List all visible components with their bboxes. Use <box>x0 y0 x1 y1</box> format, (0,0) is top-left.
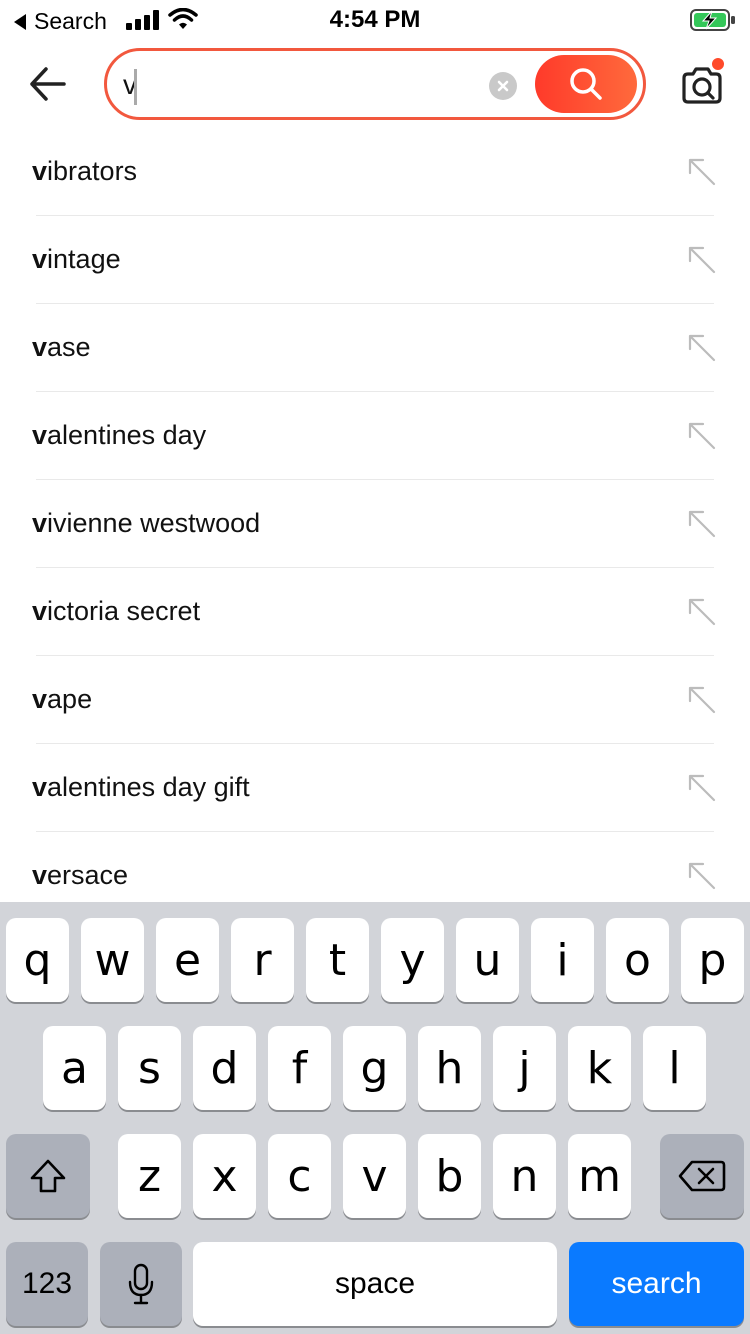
key-q[interactable]: q <box>6 918 69 1002</box>
suggestion-list: vibrators vintage vase valentines day vi… <box>0 128 750 920</box>
key-t[interactable]: t <box>306 918 369 1002</box>
key-k[interactable]: k <box>568 1026 631 1110</box>
onscreen-keyboard: q w e r t y u i o p a s d f g h j k l z … <box>0 902 750 1334</box>
key-l[interactable]: l <box>643 1026 706 1110</box>
backspace-icon <box>678 1160 726 1192</box>
fill-query-arrow-icon[interactable] <box>686 772 718 804</box>
text-caret <box>134 69 137 105</box>
status-bar: Search 4:54 PM <box>0 0 750 40</box>
suggestion-item[interactable]: vintage <box>0 216 750 304</box>
fill-query-arrow-icon[interactable] <box>686 156 718 188</box>
suggestion-match: v <box>32 684 48 714</box>
suggestion-match: v <box>32 772 48 802</box>
suggestion-match: v <box>32 596 48 626</box>
suggestion-match: v <box>32 860 48 890</box>
fill-query-arrow-icon[interactable] <box>686 860 718 892</box>
fill-query-arrow-icon[interactable] <box>686 244 718 276</box>
search-header <box>0 40 750 128</box>
suggestion-item[interactable]: vibrators <box>0 128 750 216</box>
suggestion-rest: ivienne westwood <box>47 508 261 538</box>
search-box <box>104 48 646 120</box>
shift-key[interactable] <box>6 1134 90 1218</box>
key-u[interactable]: u <box>456 918 519 1002</box>
key-p[interactable]: p <box>681 918 744 1002</box>
suggestion-rest: intage <box>47 244 121 274</box>
close-icon <box>497 80 509 92</box>
key-b[interactable]: b <box>418 1134 481 1218</box>
search-icon <box>570 68 602 100</box>
suggestion-rest: ersace <box>47 860 129 890</box>
status-time: 4:54 PM <box>329 6 421 33</box>
search-input[interactable] <box>123 63 483 107</box>
key-w[interactable]: w <box>81 918 144 1002</box>
key-o[interactable]: o <box>606 918 669 1002</box>
suggestion-item[interactable]: vape <box>0 656 750 744</box>
key-c[interactable]: c <box>268 1134 331 1218</box>
suggestion-match: v <box>32 332 48 362</box>
key-j[interactable]: j <box>493 1026 556 1110</box>
key-f[interactable]: f <box>268 1026 331 1110</box>
key-d[interactable]: d <box>193 1026 256 1110</box>
suggestion-match: v <box>32 420 48 450</box>
fill-query-arrow-icon[interactable] <box>686 420 718 452</box>
backspace-key[interactable] <box>660 1134 744 1218</box>
microphone-icon <box>128 1263 154 1305</box>
back-arrow-icon[interactable] <box>24 60 72 108</box>
key-a[interactable]: a <box>43 1026 106 1110</box>
suggestion-match: v <box>32 508 48 538</box>
key-s[interactable]: s <box>118 1026 181 1110</box>
suggestion-rest: ictoria secret <box>47 596 201 626</box>
suggestion-rest: ase <box>47 332 91 362</box>
suggestion-rest: ibrators <box>47 156 138 186</box>
fill-query-arrow-icon[interactable] <box>686 684 718 716</box>
suggestion-match: v <box>32 244 48 274</box>
search-button[interactable] <box>535 55 637 113</box>
fill-query-arrow-icon[interactable] <box>686 508 718 540</box>
notification-dot <box>710 56 726 72</box>
key-z[interactable]: z <box>118 1134 181 1218</box>
suggestion-rest: alentines day gift <box>47 772 250 802</box>
key-m[interactable]: m <box>568 1134 631 1218</box>
dictation-key[interactable] <box>100 1242 182 1326</box>
keyboard-search-key[interactable]: search <box>569 1242 744 1326</box>
key-g[interactable]: g <box>343 1026 406 1110</box>
key-r[interactable]: r <box>231 918 294 1002</box>
shift-icon <box>30 1159 66 1193</box>
space-key[interactable]: space <box>193 1242 557 1326</box>
fill-query-arrow-icon[interactable] <box>686 596 718 628</box>
numbers-key[interactable]: 123 <box>6 1242 88 1326</box>
battery-charging-icon <box>690 9 735 31</box>
key-x[interactable]: x <box>193 1134 256 1218</box>
key-v[interactable]: v <box>343 1134 406 1218</box>
suggestion-item[interactable]: vase <box>0 304 750 392</box>
key-i[interactable]: i <box>531 918 594 1002</box>
suggestion-item[interactable]: valentines day gift <box>0 744 750 832</box>
key-h[interactable]: h <box>418 1026 481 1110</box>
suggestion-rest: ape <box>47 684 93 714</box>
suggestion-rest: alentines day <box>47 420 207 450</box>
key-n[interactable]: n <box>493 1134 556 1218</box>
suggestion-item[interactable]: vivienne westwood <box>0 480 750 568</box>
fill-query-arrow-icon[interactable] <box>686 332 718 364</box>
suggestion-match: v <box>32 156 48 186</box>
key-e[interactable]: e <box>156 918 219 1002</box>
suggestion-item[interactable]: victoria secret <box>0 568 750 656</box>
key-y[interactable]: y <box>381 918 444 1002</box>
clear-search-button[interactable] <box>489 72 517 100</box>
suggestion-item[interactable]: valentines day <box>0 392 750 480</box>
